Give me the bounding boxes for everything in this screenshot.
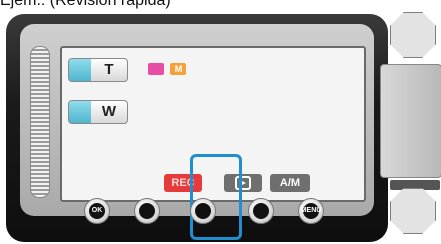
hinge-screw-icon — [390, 12, 436, 58]
zoom-tele-label: T — [104, 61, 114, 78]
zoom-wide-button[interactable]: W — [68, 100, 128, 124]
mode-indicators: M — [148, 60, 188, 75]
zoom-tele-button[interactable]: T — [68, 58, 128, 82]
manual-icon: M — [170, 62, 187, 75]
caption: Ejem.: (Revisión rápida) — [0, 0, 171, 9]
menu-label: MENU — [300, 207, 322, 214]
zoom-wide-label: W — [101, 103, 117, 120]
hinge-plate — [380, 64, 441, 178]
operation-button-3[interactable] — [248, 198, 274, 224]
auto-manual-button[interactable]: A/M — [270, 174, 310, 192]
hinge-screw-icon — [390, 188, 436, 234]
menu-button[interactable]: MENU — [298, 198, 324, 224]
ok-button[interactable]: OK — [84, 198, 110, 224]
operation-button-2[interactable] — [190, 198, 216, 224]
lcd-hinge — [372, 10, 441, 236]
ok-label: OK — [91, 207, 103, 214]
video-icon — [148, 62, 164, 75]
operation-button-1[interactable] — [134, 198, 160, 224]
hardware-button-row: OK MENU — [70, 198, 330, 228]
touch-sensor-strip[interactable] — [30, 46, 50, 198]
